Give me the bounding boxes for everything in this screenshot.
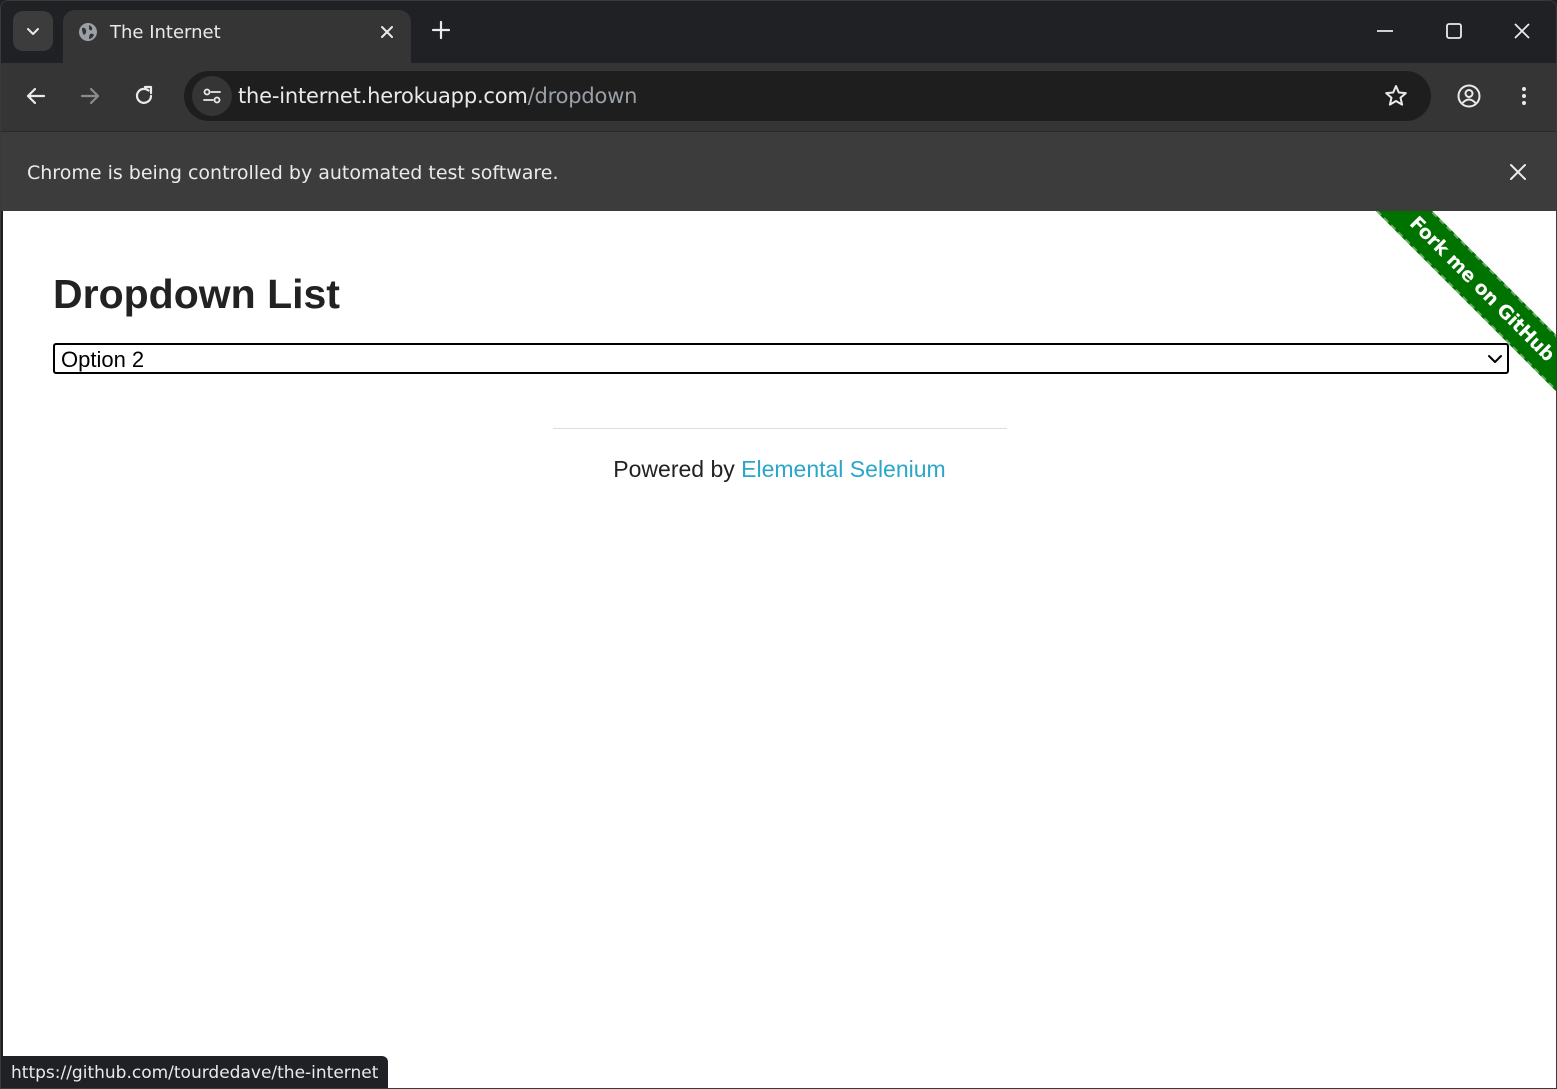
minimize-icon[interactable] [1373,19,1397,43]
dropdown-select[interactable]: Option 2 [53,343,1509,374]
tune-icon [203,88,221,104]
tab-active[interactable]: The Internet [63,10,411,63]
footer: Powered by Elemental Selenium [3,456,1556,483]
url-host: the-internet.herokuapp.com [238,84,528,108]
profile-icon[interactable] [1456,83,1482,109]
chevron-down-icon [27,28,39,35]
forward-icon[interactable] [77,83,103,109]
reload-icon[interactable] [131,83,157,109]
automation-infobar: Chrome is being controlled by automated … [1,131,1556,211]
footer-divider [553,428,1007,429]
dropdown-selected-value: Option 2 [61,347,145,372]
page-title: Dropdown List [53,271,340,317]
maximize-icon[interactable] [1442,19,1466,43]
tab-title: The Internet [110,22,221,43]
new-tab-icon[interactable] [427,16,455,44]
github-ribbon[interactable]: Fork me on GitHub [1356,211,1556,411]
address-bar[interactable]: the-internet.herokuapp.com/dropdown [184,71,1431,121]
tab-search-button[interactable] [13,11,53,51]
window-close-icon[interactable] [1510,19,1534,43]
bookmark-star-icon[interactable] [1383,83,1409,109]
browser-window: The Internet the-internet.herokuapp.com/… [0,0,1557,1089]
footer-prefix: Powered by [613,456,742,482]
globe-icon [79,23,97,41]
site-info-button[interactable] [192,76,232,116]
status-bubble-url: https://github.com/tourdedave/the-intern… [3,1056,389,1088]
elemental-selenium-link[interactable]: Elemental Selenium [741,456,946,482]
close-icon[interactable] [1508,162,1528,182]
github-ribbon-text[interactable]: Fork me on GitHub [1361,211,1556,410]
page-content: Dropdown List Option 2 Powered by Elemen… [3,211,1556,1088]
tab-strip: The Internet [1,1,1556,63]
more-menu-icon[interactable] [1511,83,1537,109]
url-path: /dropdown [527,84,638,108]
toolbar: the-internet.herokuapp.com/dropdown [1,63,1556,131]
close-icon[interactable] [377,22,397,42]
back-icon[interactable] [23,83,49,109]
infobar-message: Chrome is being controlled by automated … [27,162,559,184]
url-text: the-internet.herokuapp.com/dropdown [238,84,637,108]
